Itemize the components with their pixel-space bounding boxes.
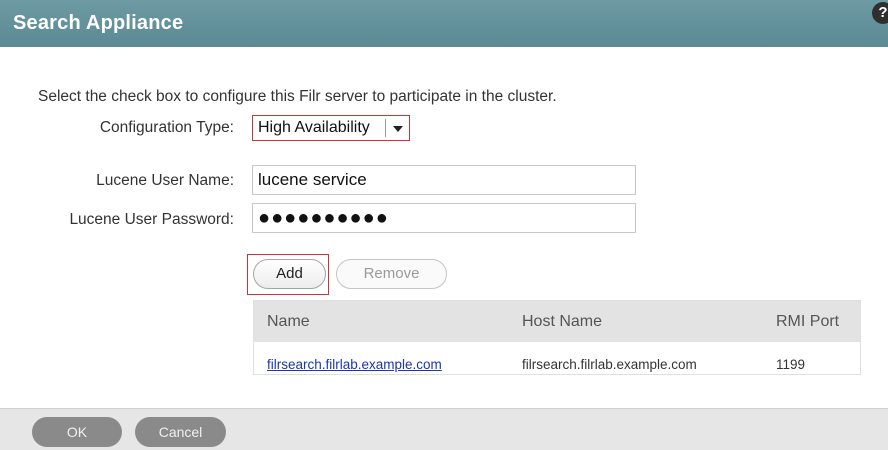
instruction-text: Select the check box to configure this F… — [38, 88, 557, 105]
select-divider — [385, 119, 386, 137]
cancel-button[interactable]: Cancel — [135, 417, 226, 447]
config-type-label: Configuration Type: — [99, 119, 234, 136]
password-input[interactable]: ●●●●●●●●●● — [252, 203, 636, 233]
dialog-titlebar: Search Appliance ? — [0, 0, 888, 47]
row-name-link[interactable]: filrsearch.filrlab.example.com — [267, 357, 442, 372]
password-label: Lucene User Password: — [69, 211, 234, 228]
chevron-down-icon — [393, 126, 403, 132]
config-type-value: High Availability — [258, 119, 370, 136]
search-appliance-dialog: Search Appliance ? Select the check box … — [0, 0, 888, 450]
column-header-name: Name — [267, 313, 310, 330]
user-name-label: Lucene User Name: — [96, 172, 234, 189]
remove-button[interactable]: Remove — [336, 259, 447, 289]
row-rmi-port: 1199 — [776, 357, 806, 372]
table-header: Name Host Name RMI Port — [254, 301, 860, 342]
row-host-name: filrsearch.filrlab.example.com — [522, 357, 697, 372]
user-name-input[interactable]: lucene service — [252, 165, 636, 195]
config-type-select[interactable]: High Availability — [252, 115, 410, 141]
column-header-host-name: Host Name — [522, 313, 603, 330]
dialog-footer — [0, 408, 888, 450]
ok-button[interactable]: OK — [32, 417, 122, 447]
help-icon[interactable]: ? — [872, 2, 888, 24]
add-button[interactable]: Add — [253, 259, 326, 289]
column-header-rmi-port: RMI Port — [776, 313, 840, 330]
dialog-title: Search Appliance — [13, 12, 184, 34]
search-nodes-table: Name Host Name RMI Port filrsearch.filrl… — [253, 300, 861, 375]
